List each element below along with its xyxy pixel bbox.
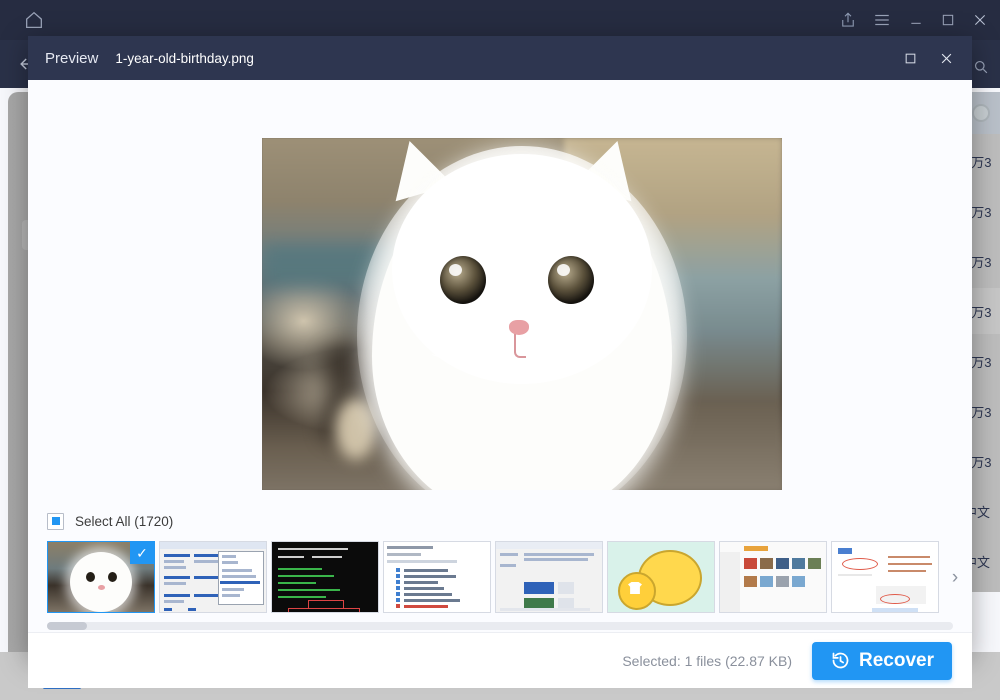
circle-icon xyxy=(972,104,990,122)
thumbnail-item-terminal[interactable] xyxy=(271,541,379,613)
preview-title: Preview xyxy=(45,50,98,67)
preview-maximize-icon[interactable] xyxy=(892,36,928,80)
preview-modal-titlebar: Preview 1-year-old-birthday.png xyxy=(28,36,972,80)
selected-files-info: Selected: 1 files (22.87 KB) xyxy=(622,653,792,669)
cat-nose xyxy=(509,320,529,335)
close-icon[interactable] xyxy=(960,0,1000,40)
home-icon[interactable] xyxy=(14,0,54,40)
thumb-art-disk-management xyxy=(160,542,266,612)
chevron-right-icon[interactable]: › xyxy=(944,565,966,591)
scrollbar-thumb[interactable] xyxy=(47,622,87,630)
cat-eye-right xyxy=(548,256,594,304)
preview-window-buttons xyxy=(892,36,964,80)
select-all-label: Select All (1720) xyxy=(75,514,173,529)
thumbnail-check-icon[interactable]: ✓ xyxy=(130,542,154,564)
thumb-art-google-drive xyxy=(832,542,938,612)
cat-mouth xyxy=(514,334,526,358)
screen: 1万3 1万3 1万3 1万3 1万3 1万3 1万3 中文 中文 Scan C… xyxy=(0,0,1000,700)
thumbnail-strip[interactable]: ✓ xyxy=(28,537,972,617)
preview-image-area xyxy=(28,80,972,505)
thumbnail-item-dialog-window[interactable] xyxy=(495,541,603,613)
preview-close-icon[interactable] xyxy=(928,36,964,80)
preview-modal: Preview 1-year-old-birthday.png xyxy=(28,36,972,656)
thumb-art-yellow-cartoon xyxy=(608,542,714,612)
preview-filename: 1-year-old-birthday.png xyxy=(115,51,254,66)
recover-button-label: Recover xyxy=(859,650,934,672)
thumbnail-horizontal-scrollbar[interactable] xyxy=(47,622,953,630)
thumbnail-item-file-explorer[interactable] xyxy=(719,541,827,613)
thumbnail-item-cat-photo[interactable]: ✓ xyxy=(47,541,155,613)
thumbnail-item-yellow-cartoon[interactable] xyxy=(607,541,715,613)
preview-footer: Selected: 1 files (22.87 KB) Recover xyxy=(28,632,972,688)
thumbnail-item-google-drive-note[interactable] xyxy=(831,541,939,613)
thumbnail-item-device-manager[interactable] xyxy=(383,541,491,613)
thumbnail-item-disk-management[interactable] xyxy=(159,541,267,613)
thumb-art-terminal xyxy=(272,542,378,612)
select-all-row[interactable]: Select All (1720) xyxy=(28,505,972,537)
preview-photo xyxy=(262,138,782,490)
thumb-art-file-explorer xyxy=(720,542,826,612)
thumb-art-device-manager xyxy=(384,542,490,612)
recover-button[interactable]: Recover xyxy=(812,642,952,680)
select-all-checkbox[interactable] xyxy=(47,513,64,530)
thumb-art-dialog-window xyxy=(496,542,602,612)
cat-eye-left xyxy=(440,256,486,304)
